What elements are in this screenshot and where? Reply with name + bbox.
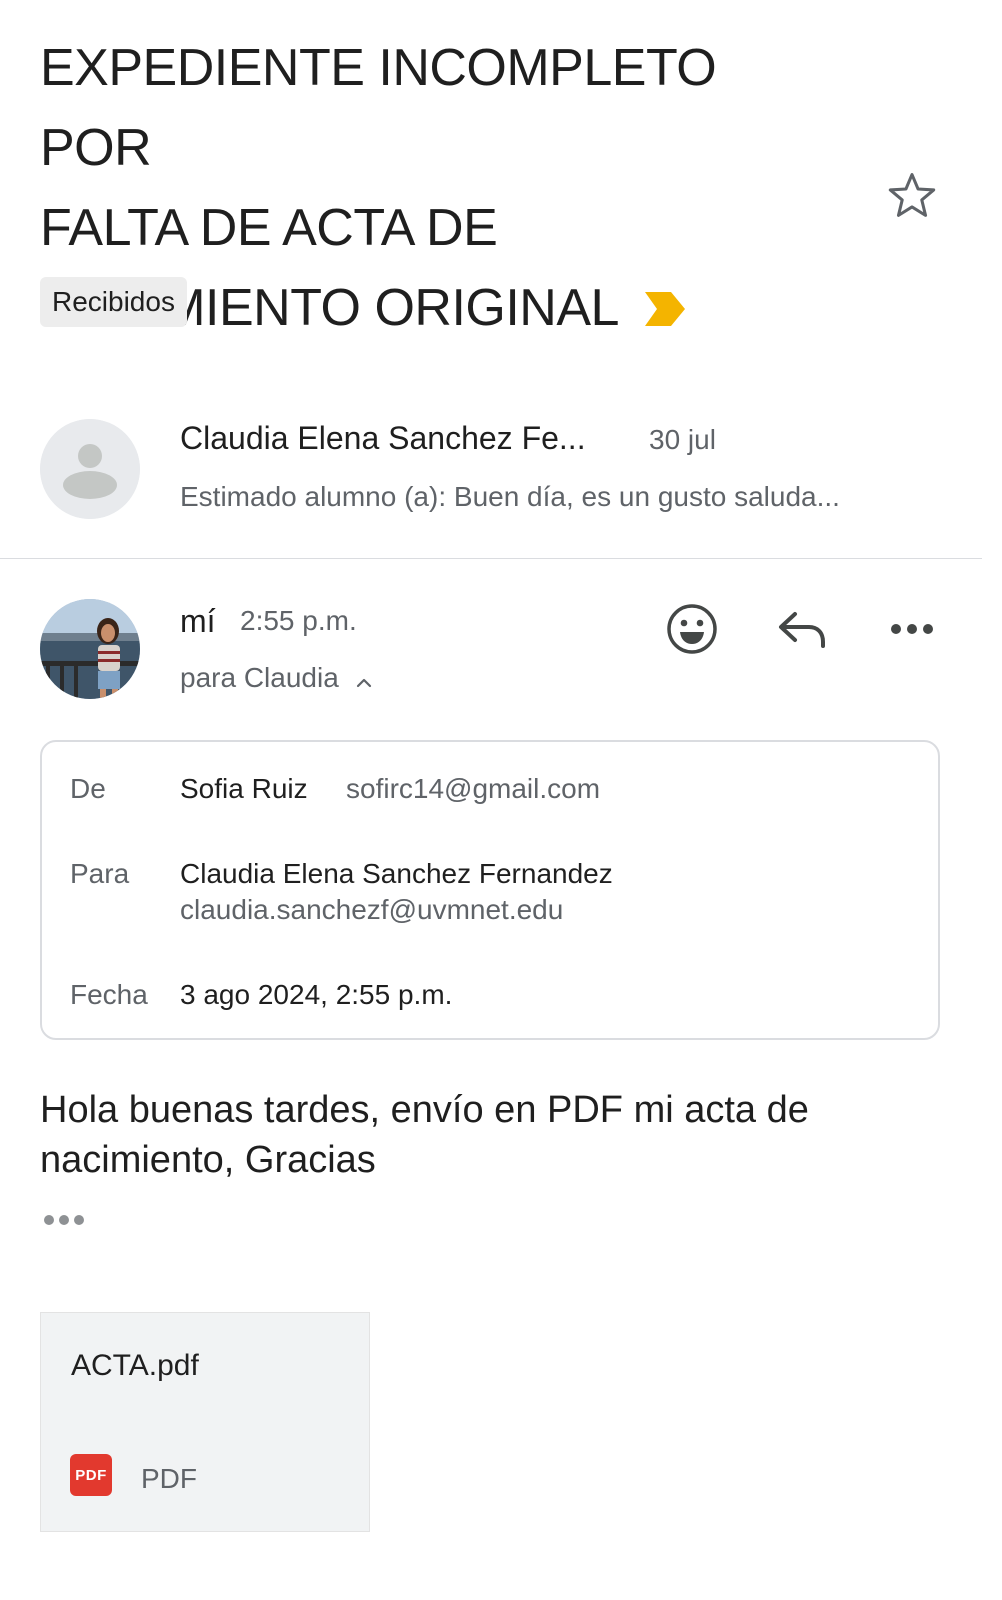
from-label: De [70,773,106,804]
to-email[interactable]: claudia.sanchezf@uvmnet.edu [180,894,563,926]
person-icon [40,419,140,519]
subject-line-2: FALTA DE ACTA DE [40,199,498,257]
more-options-icon[interactable] [882,599,942,659]
avatar-default [40,419,140,519]
date-value: 3 ago 2024, 2:55 p.m. [180,979,453,1010]
from-name[interactable]: Sofia Ruiz [180,773,308,805]
date-label: Fecha [70,979,148,1010]
reply-icon[interactable] [772,599,832,659]
attachment-filename: ACTA.pdf [71,1349,199,1382]
message-time: 2:55 p.m. [240,605,357,636]
avatar-photo[interactable] [40,599,140,699]
attachment-type: PDF [141,1463,197,1494]
subject-line-1: EXPEDIENTE INCOMPLETO POR [40,39,717,177]
show-trimmed-content-icon[interactable] [42,1212,86,1233]
emoji-reaction-icon[interactable] [662,599,722,659]
message-sender[interactable]: Claudia Elena Sanchez Fe... [180,420,586,457]
to-label: Para [70,858,130,889]
message-divider [0,558,982,559]
message-date: 30 jul [649,424,716,455]
message-details-panel: De Sofia Ruiz sofirc14@gmail.com Para Cl… [40,740,940,1040]
message-snippet[interactable]: Estimado alumno (a): Buen día, es un gus… [180,481,840,513]
attachment-card[interactable]: ACTA.pdf PDF PDF [40,1312,370,1532]
from-email[interactable]: sofirc14@gmail.com [346,773,600,805]
star-outline-icon[interactable] [884,168,940,224]
message-body: Hola buenas tardes, envío en PDF mi acta… [40,1089,809,1181]
label-chip-inbox[interactable]: Recibidos [40,277,187,327]
to-name[interactable]: Claudia Elena Sanchez Fernandez [180,858,613,890]
message-sender-me[interactable]: mí [180,603,216,640]
recipients-text: para Claudia [180,662,339,693]
recipients-toggle[interactable]: para Claudia [180,662,373,696]
pdf-file-icon: PDF [70,1454,112,1496]
important-marker-icon[interactable] [643,271,687,351]
chevron-up-icon [355,664,373,696]
